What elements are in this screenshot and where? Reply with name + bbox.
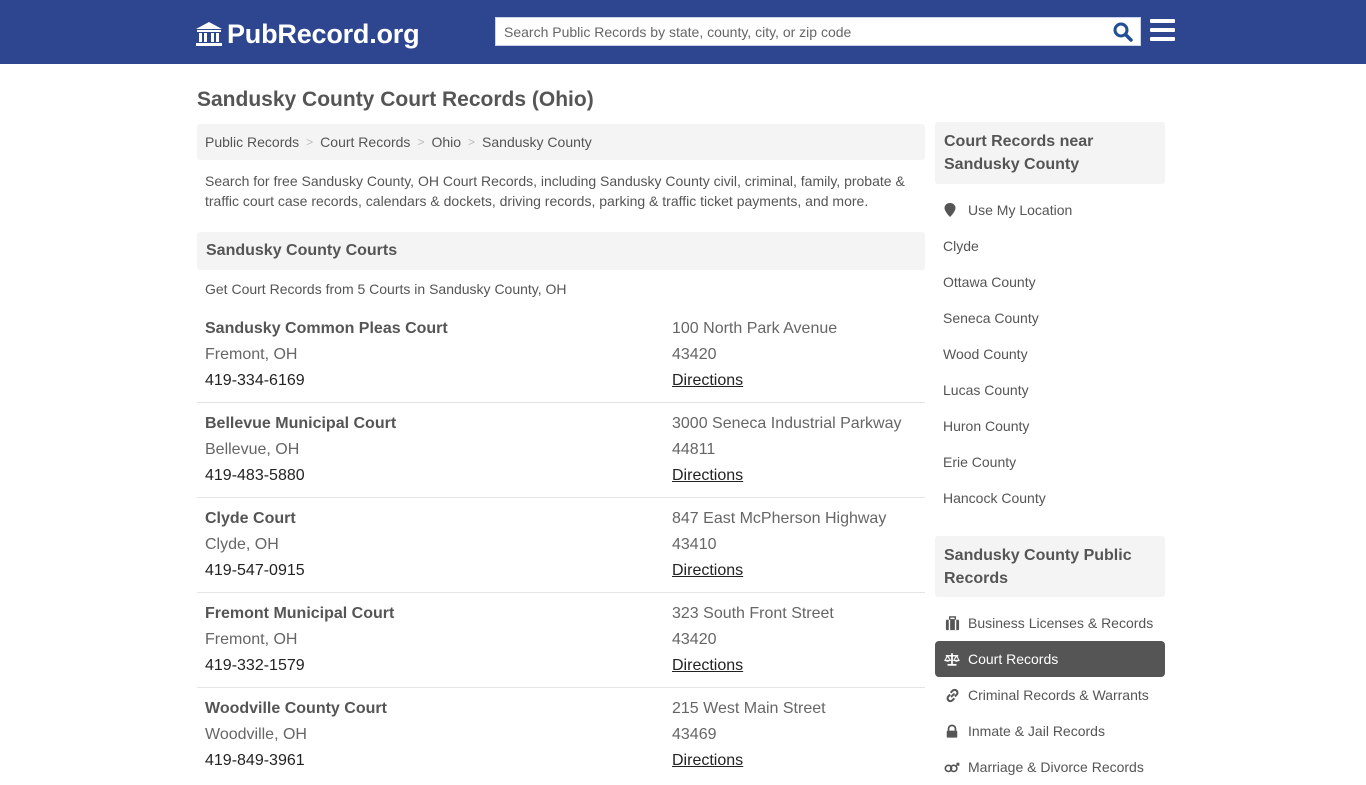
court-zip: 43410 <box>672 536 717 553</box>
search-icon <box>1113 22 1133 42</box>
directions-link[interactable]: Directions <box>672 657 743 675</box>
court-city: Clyde, OH <box>205 536 279 553</box>
court-item: Bellevue Municipal Court Bellevue, OH 41… <box>197 403 925 498</box>
menu-bar-icon <box>1150 19 1175 23</box>
court-phone[interactable]: 419-547-0915 <box>205 562 305 580</box>
breadcrumb-current: Sandusky County <box>482 134 592 150</box>
directions-link[interactable]: Directions <box>672 372 743 390</box>
court-zip: 43420 <box>672 346 717 363</box>
use-my-location-link[interactable]: Use My Location <box>935 192 1165 228</box>
lock-icon <box>944 723 960 739</box>
site-logo[interactable]: PubRecord.org <box>195 17 420 51</box>
court-name[interactable]: Clyde Court <box>205 510 296 528</box>
search-button[interactable] <box>1112 21 1134 43</box>
court-city: Fremont, OH <box>205 631 298 648</box>
breadcrumb-separator: > <box>306 135 314 149</box>
court-phone[interactable]: 419-483-5880 <box>205 467 305 485</box>
court-item: Woodville County Court Woodville, OH 419… <box>197 688 925 783</box>
court-zip: 43420 <box>672 631 717 648</box>
court-address: 100 North Park Avenue <box>672 320 838 337</box>
sidebar-item-label: Inmate & Jail Records <box>968 723 1105 739</box>
court-phone[interactable]: 419-849-3961 <box>205 752 305 770</box>
sidebar-item-court-records[interactable]: Court Records <box>935 641 1165 677</box>
briefcase-icon <box>944 615 960 631</box>
directions-link[interactable]: Directions <box>672 467 743 485</box>
court-address: 215 West Main Street <box>672 700 826 717</box>
court-name[interactable]: Woodville County Court <box>205 700 387 718</box>
court-address: 323 South Front Street <box>672 605 834 622</box>
breadcrumb-ohio[interactable]: Ohio <box>431 134 461 150</box>
nearby-item-lucas-county[interactable]: Lucas County <box>935 372 1165 408</box>
court-address: 847 East McPherson Highway <box>672 510 887 527</box>
court-zip: 43469 <box>672 726 717 743</box>
menu-bar-icon <box>1150 28 1175 32</box>
nearby-item-huron-county[interactable]: Huron County <box>935 408 1165 444</box>
link-icon <box>944 687 960 703</box>
court-item: Clyde Court Clyde, OH 419-547-0915 847 E… <box>197 498 925 593</box>
sidebar-item-label: Criminal Records & Warrants <box>968 687 1149 703</box>
court-address: 3000 Seneca Industrial Parkway <box>672 415 902 432</box>
map-marker-icon <box>944 203 956 217</box>
gender-icon <box>944 759 960 775</box>
court-name[interactable]: Fremont Municipal Court <box>205 605 394 623</box>
court-city: Fremont, OH <box>205 346 298 363</box>
court-name[interactable]: Bellevue Municipal Court <box>205 415 396 433</box>
nearby-item-ottawa-county[interactable]: Ottawa County <box>935 264 1165 300</box>
nearby-item-erie-county[interactable]: Erie County <box>935 444 1165 480</box>
nearby-item-seneca-county[interactable]: Seneca County <box>935 300 1165 336</box>
court-city: Bellevue, OH <box>205 441 300 458</box>
directions-link[interactable]: Directions <box>672 562 743 580</box>
breadcrumb-court-records[interactable]: Court Records <box>320 134 410 150</box>
court-phone[interactable]: 419-334-6169 <box>205 372 305 390</box>
nearby-item-hancock-county[interactable]: Hancock County <box>935 480 1165 516</box>
sidebar-item-business-licenses[interactable]: Business Licenses & Records <box>935 605 1165 641</box>
menu-bar-icon <box>1150 37 1175 41</box>
breadcrumb-separator: > <box>417 135 425 149</box>
directions-link[interactable]: Directions <box>672 752 743 770</box>
search-bar <box>495 17 1141 46</box>
sidebar-item-criminal-records[interactable]: Criminal Records & Warrants <box>935 677 1165 713</box>
scales-icon <box>944 651 960 667</box>
court-city: Woodville, OH <box>205 726 307 743</box>
logo-text: PubRecord.org <box>227 18 420 49</box>
intro-text: Search for free Sandusky County, OH Cour… <box>205 173 905 209</box>
court-zip: 44811 <box>672 441 716 458</box>
public-records-heading: Sandusky County Public Records <box>935 536 1165 597</box>
sidebar-item-label: Business Licenses & Records <box>968 615 1154 631</box>
nearby-item-clyde[interactable]: Clyde <box>935 228 1165 264</box>
search-input[interactable] <box>496 18 1106 45</box>
court-item: Sandusky Common Pleas Court Fremont, OH … <box>197 308 925 403</box>
courthouse-icon <box>196 22 222 46</box>
top-navbar: PubRecord.org <box>0 0 1366 64</box>
breadcrumb: Public Records > Court Records > Ohio > … <box>197 124 925 160</box>
nearby-item-wood-county[interactable]: Wood County <box>935 336 1165 372</box>
use-my-location-label: Use My Location <box>968 202 1073 218</box>
hamburger-menu-button[interactable] <box>1150 19 1176 43</box>
court-phone[interactable]: 419-332-1579 <box>205 657 305 675</box>
public-records-list: Business Licenses & Records Court Record… <box>935 605 1165 785</box>
courts-section-subheading: Get Court Records from 5 Courts in Sandu… <box>205 281 567 297</box>
nearby-list: Use My Location Clyde Ottawa County Sene… <box>935 192 1165 516</box>
courts-list: Sandusky Common Pleas Court Fremont, OH … <box>197 308 925 783</box>
courts-section-heading: Sandusky County Courts <box>197 232 925 270</box>
sidebar-item-label: Court Records <box>968 651 1059 667</box>
court-item: Fremont Municipal Court Fremont, OH 419-… <box>197 593 925 688</box>
breadcrumb-public-records[interactable]: Public Records <box>205 134 299 150</box>
sidebar-item-inmate-records[interactable]: Inmate & Jail Records <box>935 713 1165 749</box>
sidebar-item-label: Marriage & Divorce Records <box>968 759 1144 775</box>
page-title: Sandusky County Court Records (Ohio) <box>197 88 594 111</box>
breadcrumb-separator: > <box>468 135 476 149</box>
court-name[interactable]: Sandusky Common Pleas Court <box>205 320 448 338</box>
nearby-records-heading: Court Records near Sandusky County <box>935 122 1165 184</box>
sidebar-item-marriage-divorce[interactable]: Marriage & Divorce Records <box>935 749 1165 785</box>
